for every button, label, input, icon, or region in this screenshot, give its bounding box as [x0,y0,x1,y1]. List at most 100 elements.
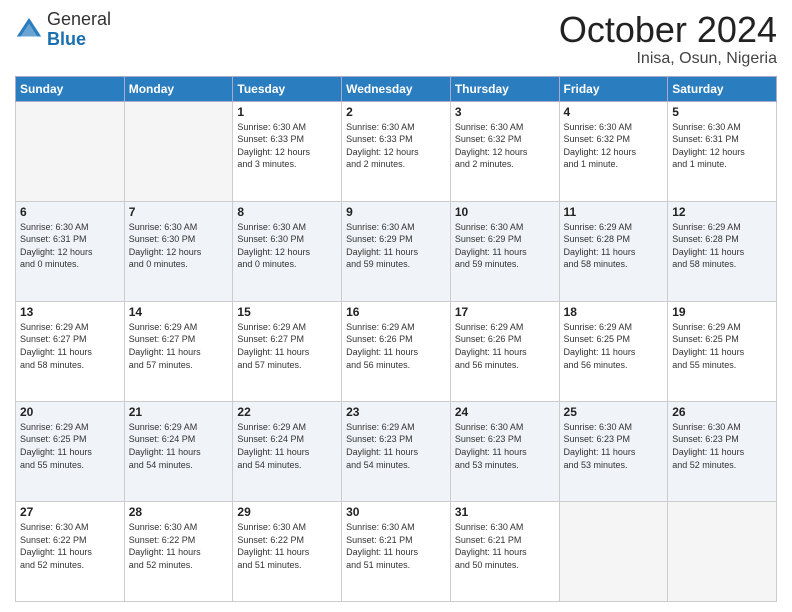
calendar-day-cell [668,501,777,601]
calendar-day-cell: 4 Sunrise: 6:30 AM Sunset: 6:32 PM Daylig… [559,101,668,201]
calendar-day-cell: 24Sunrise: 6:30 AM Sunset: 6:23 PM Dayli… [450,401,559,501]
logo-icon [15,16,43,44]
day-number: 10 [455,205,555,219]
day-number: 21 [129,405,229,419]
calendar-day-cell: 10 Sunrise: 6:30 AM Sunset: 6:29 PM Dayli… [450,201,559,301]
day-number: 16 [346,305,446,319]
day-info: Sunrise: 6:29 AM Sunset: 6:26 PM Dayligh… [346,321,446,371]
calendar-day-cell: 21 Sunrise: 6:29 AM Sunset: 6:24 PM Dayli… [124,401,233,501]
calendar-week-row: 20Sunrise: 6:29 AM Sunset: 6:25 PM Dayli… [16,401,777,501]
day-info: Sunrise: 6:29 AM Sunset: 6:27 PM Dayligh… [237,321,337,371]
calendar-location: Inisa, Osun, Nigeria [559,50,777,68]
calendar-day-cell: 12 Sunrise: 6:29 AM Sunset: 6:28 PM Dayli… [668,201,777,301]
weekday-header: Monday [124,76,233,101]
calendar-day-cell: 23 Sunrise: 6:29 AM Sunset: 6:23 PM Dayli… [342,401,451,501]
day-number: 26 [672,405,772,419]
calendar-day-cell: 9Sunrise: 6:30 AM Sunset: 6:29 PM Daylig… [342,201,451,301]
calendar-day-cell: 14Sunrise: 6:29 AM Sunset: 6:27 PM Dayli… [124,301,233,401]
weekday-header: Sunday [16,76,125,101]
day-number: 8 [237,205,337,219]
day-info: Sunrise: 6:30 AM Sunset: 6:30 PM Dayligh… [237,221,337,271]
day-info: Sunrise: 6:30 AM Sunset: 6:32 PM Dayligh… [564,121,664,171]
day-info: Sunrise: 6:29 AM Sunset: 6:23 PM Dayligh… [346,421,446,471]
day-info: Sunrise: 6:30 AM Sunset: 6:23 PM Dayligh… [672,421,772,471]
day-info: Sunrise: 6:29 AM Sunset: 6:27 PM Dayligh… [20,321,120,371]
day-info: Sunrise: 6:30 AM Sunset: 6:21 PM Dayligh… [455,521,555,571]
day-number: 9 [346,205,446,219]
calendar-day-cell: 20Sunrise: 6:29 AM Sunset: 6:25 PM Dayli… [16,401,125,501]
day-number: 23 [346,405,446,419]
day-number: 27 [20,505,120,519]
calendar-day-cell: 26 Sunrise: 6:30 AM Sunset: 6:23 PM Dayli… [668,401,777,501]
calendar-day-cell: 27Sunrise: 6:30 AM Sunset: 6:22 PM Dayli… [16,501,125,601]
day-info: Sunrise: 6:30 AM Sunset: 6:21 PM Dayligh… [346,521,446,571]
day-number: 17 [455,305,555,319]
calendar-day-cell: 25 Sunrise: 6:30 AM Sunset: 6:23 PM Dayli… [559,401,668,501]
day-info: Sunrise: 6:30 AM Sunset: 6:22 PM Dayligh… [129,521,229,571]
calendar-day-cell: 28 Sunrise: 6:30 AM Sunset: 6:22 PM Dayli… [124,501,233,601]
day-info: Sunrise: 6:30 AM Sunset: 6:29 PM Dayligh… [455,221,555,271]
day-info: Sunrise: 6:30 AM Sunset: 6:22 PM Dayligh… [237,521,337,571]
day-info: Sunrise: 6:30 AM Sunset: 6:32 PM Dayligh… [455,121,555,171]
calendar-day-cell: 16 Sunrise: 6:29 AM Sunset: 6:26 PM Dayli… [342,301,451,401]
day-number: 12 [672,205,772,219]
day-info: Sunrise: 6:29 AM Sunset: 6:24 PM Dayligh… [237,421,337,471]
weekday-header: Thursday [450,76,559,101]
weekday-header: Wednesday [342,76,451,101]
calendar-day-cell [124,101,233,201]
day-info: Sunrise: 6:30 AM Sunset: 6:31 PM Dayligh… [672,121,772,171]
day-number: 31 [455,505,555,519]
calendar-day-cell: 11 Sunrise: 6:29 AM Sunset: 6:28 PM Dayli… [559,201,668,301]
logo-general-text: General [47,9,111,29]
calendar-day-cell: 18Sunrise: 6:29 AM Sunset: 6:25 PM Dayli… [559,301,668,401]
day-number: 13 [20,305,120,319]
calendar-day-cell: 8 Sunrise: 6:30 AM Sunset: 6:30 PM Daylig… [233,201,342,301]
title-area: October 2024 Inisa, Osun, Nigeria [559,10,777,68]
day-number: 29 [237,505,337,519]
day-info: Sunrise: 6:29 AM Sunset: 6:28 PM Dayligh… [564,221,664,271]
day-info: Sunrise: 6:29 AM Sunset: 6:25 PM Dayligh… [20,421,120,471]
day-info: Sunrise: 6:29 AM Sunset: 6:24 PM Dayligh… [129,421,229,471]
day-number: 6 [20,205,120,219]
calendar-header-row: SundayMondayTuesdayWednesdayThursdayFrid… [16,76,777,101]
calendar-day-cell: 22 Sunrise: 6:29 AM Sunset: 6:24 PM Dayli… [233,401,342,501]
day-number: 25 [564,405,664,419]
day-number: 1 [237,105,337,119]
day-number: 11 [564,205,664,219]
calendar-day-cell: 6Sunrise: 6:30 AM Sunset: 6:31 PM Daylig… [16,201,125,301]
day-number: 4 [564,105,664,119]
day-number: 22 [237,405,337,419]
day-number: 14 [129,305,229,319]
day-number: 2 [346,105,446,119]
logo: General Blue [15,10,111,50]
calendar-week-row: 13 Sunrise: 6:29 AM Sunset: 6:27 PM Dayli… [16,301,777,401]
day-number: 5 [672,105,772,119]
calendar-day-cell: 5 Sunrise: 6:30 AM Sunset: 6:31 PM Daylig… [668,101,777,201]
day-number: 19 [672,305,772,319]
calendar-table: SundayMondayTuesdayWednesdayThursdayFrid… [15,76,777,602]
calendar-day-cell: 7 Sunrise: 6:30 AM Sunset: 6:30 PM Daylig… [124,201,233,301]
day-info: Sunrise: 6:29 AM Sunset: 6:28 PM Dayligh… [672,221,772,271]
day-number: 28 [129,505,229,519]
calendar-week-row: 27 Sunrise: 6:30 AM Sunset: 6:22 PM Dayli… [16,501,777,601]
day-info: Sunrise: 6:30 AM Sunset: 6:23 PM Dayligh… [564,421,664,471]
calendar-day-cell: 17Sunrise: 6:29 AM Sunset: 6:26 PM Dayli… [450,301,559,401]
day-number: 3 [455,105,555,119]
day-number: 18 [564,305,664,319]
weekday-header: Tuesday [233,76,342,101]
logo-blue-text: Blue [47,29,86,49]
calendar-day-cell [16,101,125,201]
day-number: 7 [129,205,229,219]
calendar-day-cell: 31 Sunrise: 6:30 AM Sunset: 6:21 PM Dayli… [450,501,559,601]
calendar-day-cell: 15 Sunrise: 6:29 AM Sunset: 6:27 PM Dayli… [233,301,342,401]
header: General Blue October 2024 Inisa, Osun, N… [15,10,777,68]
day-info: Sunrise: 6:30 AM Sunset: 6:30 PM Dayligh… [129,221,229,271]
day-info: Sunrise: 6:29 AM Sunset: 6:25 PM Dayligh… [672,321,772,371]
day-number: 15 [237,305,337,319]
calendar-day-cell: 2Sunrise: 6:30 AM Sunset: 6:33 PM Daylig… [342,101,451,201]
calendar-title: October 2024 [559,10,777,50]
calendar-day-cell [559,501,668,601]
weekday-header: Friday [559,76,668,101]
calendar-day-cell: 3 Sunrise: 6:30 AM Sunset: 6:32 PM Daylig… [450,101,559,201]
weekday-header: Saturday [668,76,777,101]
